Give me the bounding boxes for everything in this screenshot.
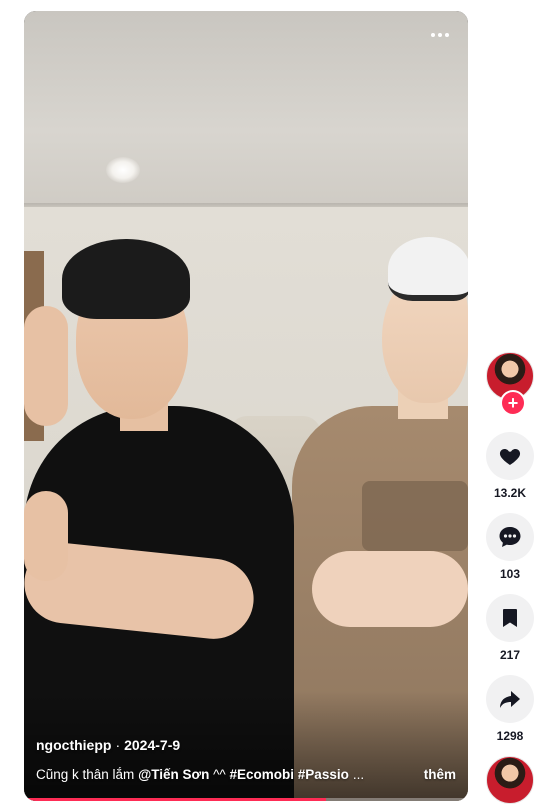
dot-icon [431,33,435,37]
comment-action: 103 [485,513,535,581]
person-right-shirt-print [362,481,468,551]
like-button[interactable] [486,432,534,480]
video-meta: ngocthiepp · 2024-7-9 [36,737,180,753]
more-options-icon[interactable] [426,25,454,45]
follow-button[interactable]: + [500,390,526,416]
scene-ceiling-light [106,157,140,183]
comment-count: 103 [499,567,521,581]
sound-avatar[interactable] [486,756,534,804]
share-count: 1298 [496,729,524,743]
share-action: 1298 [485,675,535,743]
hashtag-link[interactable]: #Passio [298,767,349,782]
like-count: 13.2K [493,486,527,500]
save-action: 217 [485,594,535,662]
comment-button[interactable] [486,513,534,561]
bookmark-icon [503,609,517,627]
video-player[interactable]: ngocthiepp · 2024-7-9 Cũng k thân lắm @Tiế… [24,11,468,801]
person-right-arms [312,551,468,627]
dot-icon [445,33,449,37]
author-name[interactable]: ngocthiepp [36,737,111,753]
progress-fill [24,798,326,801]
save-button[interactable] [486,594,534,642]
person-left-hair [62,239,190,319]
meta-separator: · [115,737,121,753]
video-caption: Cũng k thân lắm @Tiến Sơn ^^ #Ecomobi #P… [36,767,456,782]
heart-icon [499,449,521,465]
creator-avatar-group: + [486,352,534,416]
video-frame [24,11,468,801]
scene-ceiling [24,11,468,211]
hashtag-link[interactable]: #Ecomobi [230,767,295,782]
progress-bar[interactable] [24,798,468,801]
share-button[interactable] [486,675,534,723]
caption-prefix: Cũng k thân lắm [36,767,139,782]
comment-icon [499,527,521,547]
dot-icon [438,33,442,37]
caption-more-button[interactable]: thêm [414,767,456,782]
mention-link[interactable]: @Tiến Sơn [138,767,209,782]
save-count: 217 [499,648,521,662]
caption-line: Cũng k thân lắm @Tiến Sơn ^^ #Ecomobi #P… [36,767,349,782]
post-date: 2024-7-9 [124,737,181,753]
page: ngocthiepp · 2024-7-9 Cũng k thân lắm @Tiế… [0,0,546,808]
caption-mid: ^^ [209,767,230,782]
caption-ellipsis: ... [352,767,365,782]
share-icon [500,691,520,708]
person-right-cap [388,237,468,301]
like-action: 13.2K [485,432,535,500]
person-left-hand-lower [24,491,68,581]
person-left-hand [24,306,68,426]
